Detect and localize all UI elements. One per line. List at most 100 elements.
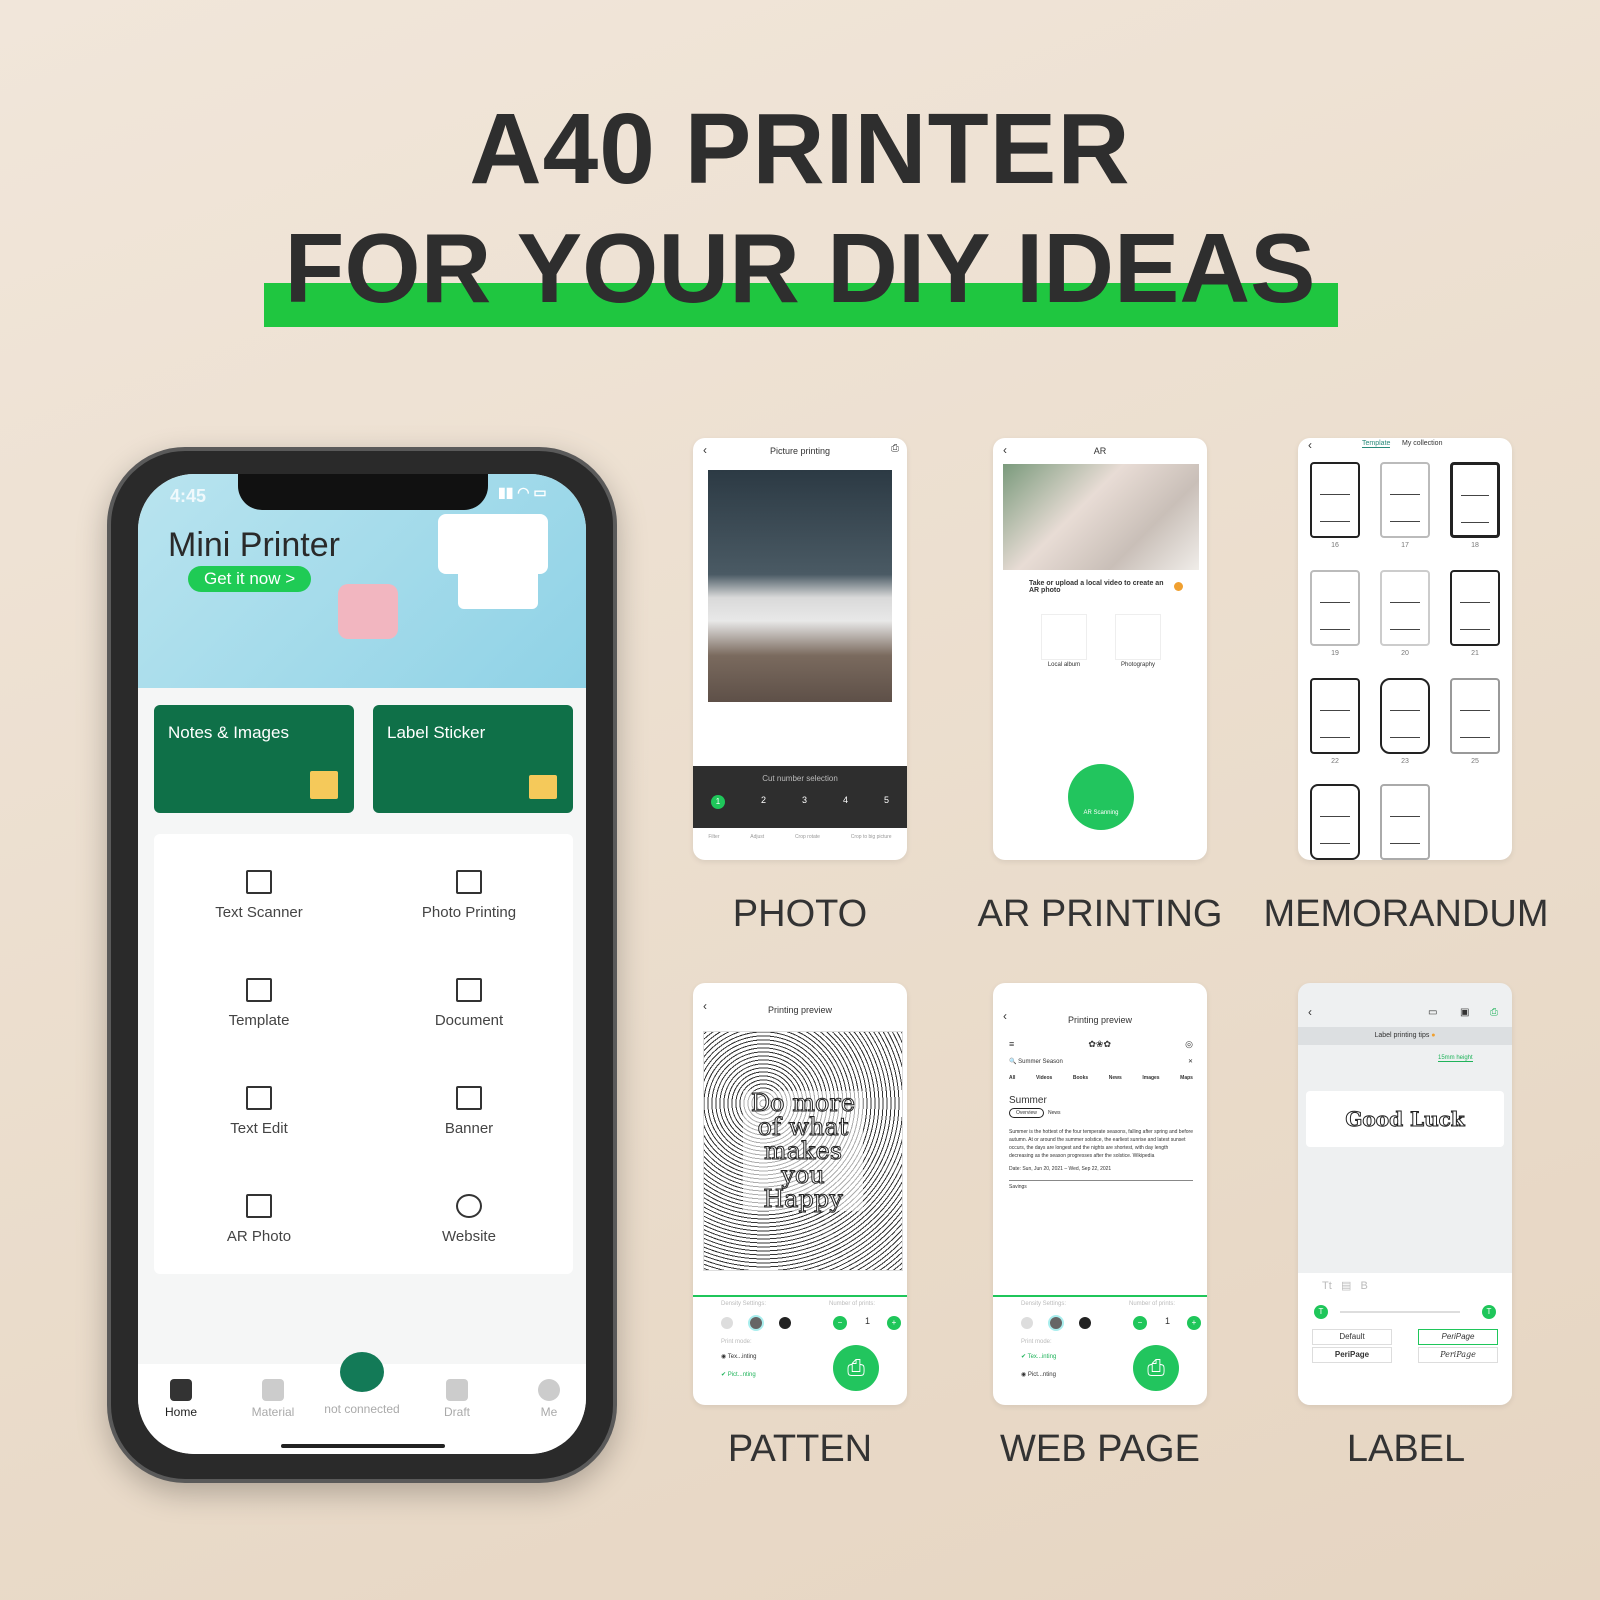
notes-images-card[interactable]: Notes & Images: [154, 705, 354, 813]
back-icon[interactable]: ‹: [1308, 438, 1312, 452]
print-icon[interactable]: ⎙: [1490, 1007, 1498, 1018]
height-select[interactable]: 15mm height: [1438, 1055, 1473, 1062]
minus-button[interactable]: −: [833, 1316, 847, 1330]
template-item[interactable]: Template: [159, 978, 359, 1029]
nav-label: Home: [164, 1405, 197, 1419]
size-decrease[interactable]: T: [1314, 1305, 1328, 1319]
minus-button[interactable]: −: [1133, 1316, 1147, 1330]
get-it-now-button[interactable]: Get it now >: [188, 566, 312, 592]
web-tab[interactable]: Books: [1073, 1075, 1088, 1081]
close-icon[interactable]: ✕: [1188, 1058, 1193, 1065]
crop-rotate-tool[interactable]: Crop rotate: [795, 834, 820, 840]
template-thumb[interactable]: [1380, 784, 1430, 860]
font-option[interactable]: Default: [1312, 1329, 1392, 1345]
back-icon[interactable]: ‹: [1308, 1005, 1312, 1019]
photo-printing-item[interactable]: Photo Printing: [369, 870, 569, 921]
font-option[interactable]: PeriPage: [1312, 1347, 1392, 1363]
template-thumb[interactable]: [1380, 678, 1430, 754]
density-light[interactable]: [1021, 1317, 1033, 1329]
template-thumb[interactable]: [1310, 462, 1360, 538]
size-slider[interactable]: [1340, 1311, 1460, 1313]
chip-news[interactable]: News: [1048, 1110, 1061, 1116]
ar-scanning-button[interactable]: AR Scanning: [1068, 764, 1134, 830]
filter-tool[interactable]: Filter: [708, 834, 719, 840]
font-option[interactable]: PeriPage: [1418, 1347, 1498, 1363]
website-item[interactable]: Website: [369, 1194, 569, 1245]
mode-picture[interactable]: ◉ Pict...nting: [1021, 1371, 1056, 1378]
account-icon[interactable]: ◎: [1185, 1039, 1193, 1050]
text-edit-item[interactable]: Text Edit: [159, 1086, 359, 1137]
template-thumb[interactable]: [1450, 462, 1500, 538]
mode-picture[interactable]: ✔ Pict...nting: [721, 1371, 756, 1378]
template-thumb[interactable]: [1380, 462, 1430, 538]
template-thumb[interactable]: [1310, 678, 1360, 754]
mode-text[interactable]: ✔ Tex...inting: [1021, 1353, 1056, 1360]
text-scanner-item[interactable]: Text Scanner: [159, 870, 359, 921]
local-album-button[interactable]: [1041, 614, 1087, 660]
folder-icon[interactable]: ▭: [1428, 1007, 1437, 1018]
tab-my-collection[interactable]: My collection: [1402, 440, 1442, 447]
help-icon[interactable]: [1174, 582, 1183, 591]
web-tab[interactable]: Maps: [1180, 1075, 1193, 1081]
note-icon: [310, 771, 338, 799]
ar-photo-item[interactable]: AR Photo: [159, 1194, 359, 1245]
signal-wifi-battery-icon: ▮▮ ◠ ▭: [498, 484, 547, 500]
nav-draft[interactable]: Draft: [422, 1379, 492, 1419]
label-canvas[interactable]: Good Luck: [1306, 1091, 1504, 1147]
card-label: Label Sticker: [387, 723, 486, 742]
item-label: Website: [442, 1228, 496, 1245]
template-number: 22: [1331, 758, 1339, 765]
ar-screen: ‹ AR Take or upload a local video to cre…: [993, 438, 1207, 860]
density-medium[interactable]: [748, 1315, 764, 1331]
cut-option[interactable]: 3: [802, 795, 807, 809]
search-field[interactable]: 🔍 Summer Season: [1009, 1058, 1063, 1065]
cut-option[interactable]: 5: [884, 795, 889, 809]
cut-option[interactable]: 4: [843, 795, 848, 809]
cut-option[interactable]: 1: [710, 795, 725, 809]
web-tab[interactable]: All: [1009, 1075, 1015, 1081]
save-icon[interactable]: ▣: [1460, 1007, 1469, 1018]
density-dark[interactable]: [779, 1317, 791, 1329]
document-item[interactable]: Document: [369, 978, 569, 1029]
tab-template[interactable]: Template: [1362, 440, 1391, 448]
photography-button[interactable]: [1115, 614, 1161, 660]
printer-icon[interactable]: ⎙: [891, 443, 899, 454]
density-dark[interactable]: [1079, 1317, 1091, 1329]
mode-text[interactable]: ◉ Tex...inting: [721, 1353, 756, 1360]
nav-material[interactable]: Material: [238, 1379, 308, 1419]
banner-item[interactable]: Banner: [369, 1086, 569, 1137]
plus-button[interactable]: +: [887, 1316, 901, 1330]
cut-option[interactable]: 2: [761, 795, 766, 809]
nav-me[interactable]: Me: [514, 1379, 584, 1419]
web-tab[interactable]: News: [1109, 1075, 1122, 1081]
nav-label: Draft: [443, 1405, 470, 1419]
web-tab[interactable]: Videos: [1036, 1075, 1052, 1081]
font-option[interactable]: PeriPage: [1418, 1329, 1498, 1345]
template-thumb[interactable]: [1450, 570, 1500, 646]
density-label: Density Settings:: [1021, 1301, 1067, 1307]
crop-big-tool[interactable]: Crop to big picture: [851, 834, 892, 840]
template-thumb[interactable]: [1310, 570, 1360, 646]
template-thumb[interactable]: [1310, 784, 1360, 860]
nav-home[interactable]: Home: [146, 1379, 216, 1419]
adjust-tool[interactable]: Adjust: [750, 834, 764, 840]
print-button[interactable]: ⎙: [1133, 1345, 1179, 1391]
savings-row[interactable]: Savings: [1009, 1180, 1193, 1190]
print-button[interactable]: ⎙: [833, 1345, 879, 1391]
print-mode-label: Print mode:: [721, 1339, 752, 1345]
chip-overview[interactable]: Overview: [1009, 1108, 1044, 1118]
plus-button[interactable]: +: [1187, 1316, 1201, 1330]
nav-connect[interactable]: not connected: [314, 1352, 410, 1416]
tips-bar[interactable]: Label printing tips ●: [1298, 1027, 1512, 1045]
text-style-tabs[interactable]: Tt ▤ B: [1322, 1279, 1368, 1292]
label-sticker-card[interactable]: Label Sticker: [373, 705, 573, 813]
template-thumb[interactable]: [1380, 570, 1430, 646]
density-light[interactable]: [721, 1317, 733, 1329]
menu-icon[interactable]: ≡: [1009, 1039, 1014, 1050]
density-medium[interactable]: [1048, 1315, 1064, 1331]
option-label: Photography: [1120, 662, 1156, 668]
image-icon: [456, 870, 482, 894]
size-increase[interactable]: T: [1482, 1305, 1496, 1319]
web-tab[interactable]: Images: [1142, 1075, 1159, 1081]
template-thumb[interactable]: [1450, 678, 1500, 754]
